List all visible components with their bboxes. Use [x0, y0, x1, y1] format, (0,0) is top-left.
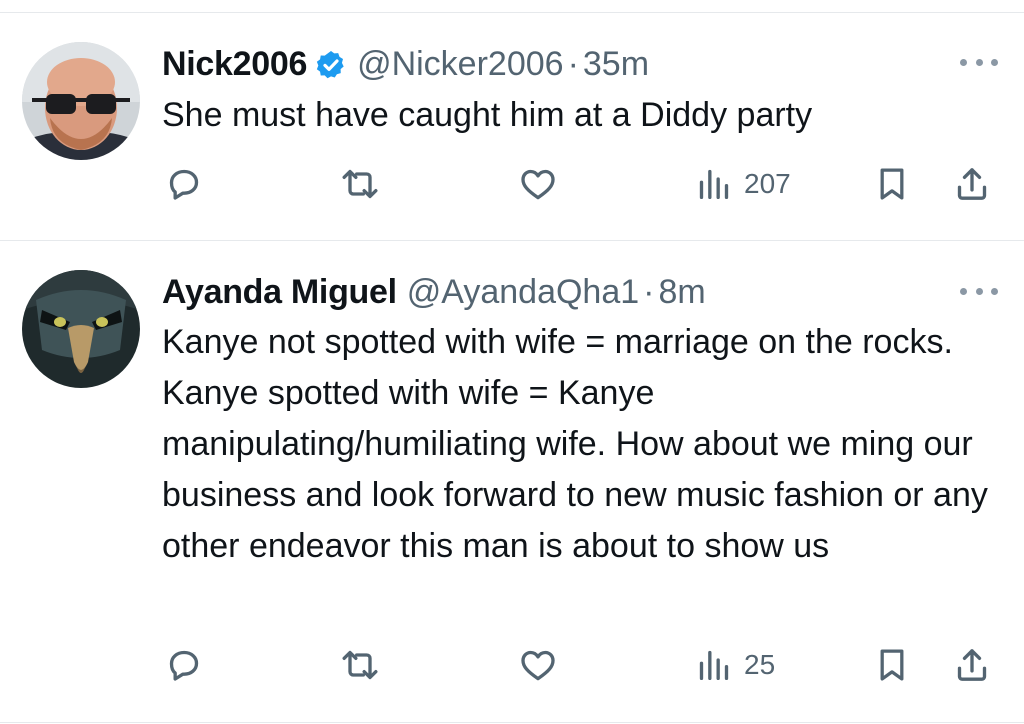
share-icon — [957, 168, 987, 200]
reply-button[interactable] — [164, 164, 204, 204]
tweet-1[interactable]: Nick2006 @Nicker2006 · 35m She must have… — [0, 0, 1024, 240]
like-button[interactable] — [518, 164, 558, 204]
separator-dot: · — [567, 45, 579, 83]
tweet-2[interactable]: Ayanda Miguel @AyandaQha1 · 8m Kanye not… — [0, 241, 1024, 724]
like-icon — [521, 169, 555, 200]
views-icon — [699, 650, 729, 680]
bookmark-button[interactable] — [874, 164, 910, 204]
views-count: 25 — [744, 649, 776, 680]
share-button[interactable] — [952, 645, 992, 685]
bookmark-icon — [880, 168, 904, 200]
avatar[interactable] — [22, 270, 140, 388]
like-button[interactable] — [518, 645, 558, 685]
timestamp[interactable]: 35m — [583, 44, 649, 84]
tweet-header: Nick2006 @Nicker2006 · 35m — [162, 44, 649, 84]
timestamp[interactable]: 8m — [658, 272, 705, 312]
views-count: 207 — [744, 168, 791, 199]
views-button[interactable]: 25 — [694, 645, 775, 685]
views-button[interactable]: 207 — [694, 164, 791, 204]
share-icon — [957, 649, 987, 681]
handle[interactable]: @AyandaQha1 — [407, 272, 639, 312]
share-button[interactable] — [952, 164, 992, 204]
more-icon[interactable] — [960, 55, 998, 69]
bookmark-icon — [880, 649, 904, 681]
tweet-text: Kanye not spotted with wife = marriage o… — [162, 323, 988, 565]
display-name[interactable]: Ayanda Miguel — [162, 272, 397, 312]
more-icon[interactable] — [960, 284, 998, 298]
bottom-divider — [0, 722, 1024, 723]
like-icon — [521, 650, 555, 681]
tweet-header: Ayanda Miguel @AyandaQha1 · 8m — [162, 272, 706, 312]
reply-button[interactable] — [164, 645, 204, 685]
action-bar: 25 — [0, 645, 1024, 685]
display-name[interactable]: Nick2006 — [162, 44, 307, 84]
repost-icon — [342, 169, 378, 199]
verified-badge-icon — [315, 49, 347, 81]
avatar[interactable] — [22, 42, 140, 160]
repost-button[interactable] — [338, 645, 382, 685]
separator-dot: · — [643, 273, 655, 311]
bookmark-button[interactable] — [874, 645, 910, 685]
action-bar: 207 — [0, 164, 1024, 204]
handle[interactable]: @Nicker2006 — [357, 44, 564, 84]
repost-icon — [342, 650, 378, 680]
reply-icon — [169, 169, 199, 200]
repost-button[interactable] — [338, 164, 382, 204]
tweet-text: She must have caught him at a Diddy part… — [162, 96, 813, 134]
reply-icon — [169, 650, 199, 681]
views-icon — [699, 169, 729, 199]
